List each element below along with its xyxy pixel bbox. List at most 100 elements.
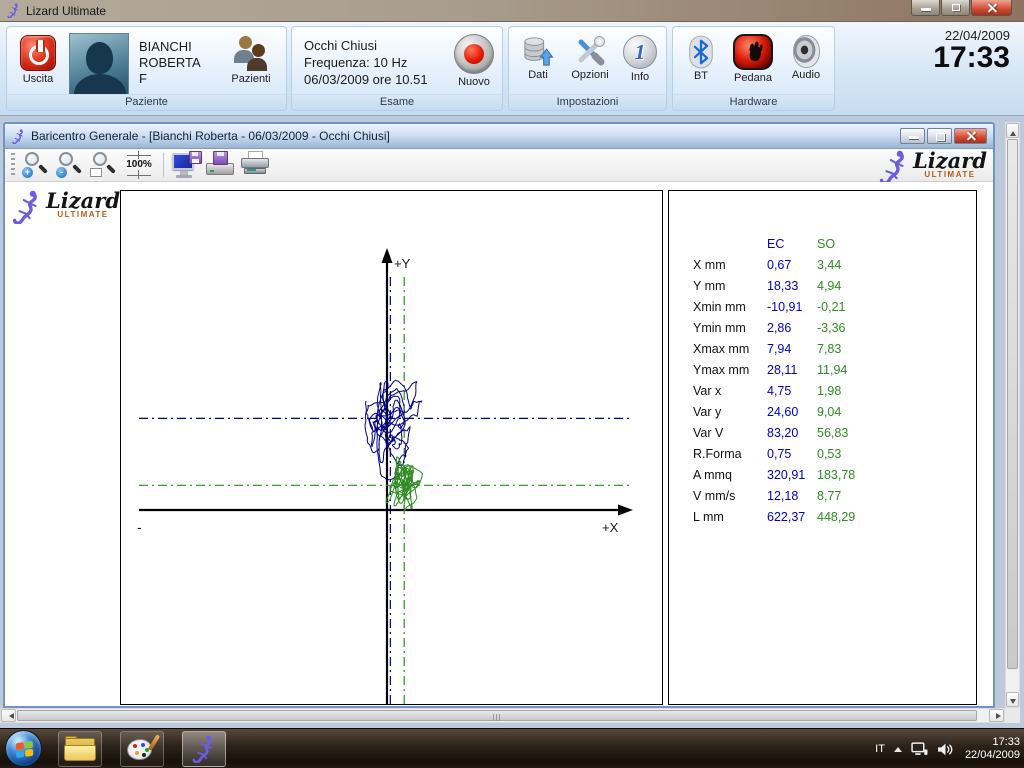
tools-icon <box>574 35 606 67</box>
taskbar-explorer-button[interactable] <box>58 731 102 767</box>
stats-cell-ec: 83,20 <box>767 426 817 440</box>
exam-frequency: Frequenza: 10 Hz <box>304 54 428 71</box>
stats-cell-ec: 0,75 <box>767 447 817 461</box>
stats-row: A mmq320,91183,78 <box>693 464 873 485</box>
power-icon <box>20 35 56 71</box>
child-close-button[interactable] <box>954 128 987 144</box>
scroll-up-button[interactable] <box>1006 123 1019 138</box>
network-icon[interactable] <box>911 742 928 757</box>
opzioni-button[interactable]: Opzioni <box>565 35 615 81</box>
vertical-scrollbar[interactable] <box>1005 122 1020 708</box>
folder-icon <box>64 736 96 762</box>
toolbar-grip[interactable] <box>11 153 15 177</box>
language-indicator[interactable]: IT <box>875 743 885 755</box>
volume-icon[interactable] <box>937 742 954 757</box>
svg-text:+Y: +Y <box>394 256 411 271</box>
stats-cell-ec: 28,11 <box>767 363 817 377</box>
page-icon <box>90 168 102 177</box>
stats-cell-ec: -10,91 <box>767 300 817 314</box>
stats-cell-so: 0,53 <box>817 447 873 461</box>
chart-svg: +Y +X - <box>121 191 662 704</box>
child-maximize-icon <box>936 133 945 141</box>
horizontal-scrollbar[interactable] <box>0 708 1005 723</box>
stats-row: R.Forma0,750,53 <box>693 443 873 464</box>
zoom-level-label: 100% <box>123 159 155 170</box>
exam-info: Occhi Chiusi Frequenza: 10 Hz 06/03/2009… <box>304 37 428 88</box>
bt-button[interactable]: BT <box>681 35 721 82</box>
scroll-right-button[interactable] <box>989 709 1004 722</box>
stats-header-so: SO <box>817 237 873 251</box>
stats-cell-label: Y mm <box>693 279 767 293</box>
toolbar-separator <box>163 153 164 177</box>
statokinesigram-panel: +Y +X - <box>120 190 663 705</box>
zoom-area-button[interactable] <box>89 151 119 179</box>
silhouette-head <box>86 42 113 74</box>
child-toolbar: + - 100% <box>5 149 993 182</box>
copy-to-screen-button[interactable] <box>172 151 202 179</box>
svg-text:+X: +X <box>602 520 619 535</box>
hscroll-thumb[interactable] <box>17 710 977 721</box>
stats-cell-ec: 622,37 <box>767 510 817 524</box>
stats-cell-so: 4,94 <box>817 279 873 293</box>
group-label-esame: Esame <box>292 94 502 110</box>
opzioni-label: Opzioni <box>565 69 615 81</box>
stats-header-ec: EC <box>767 237 817 251</box>
vscroll-thumb[interactable] <box>1007 139 1018 669</box>
taskbar-lizard-button[interactable] <box>182 731 226 767</box>
info-button[interactable]: 1 Info <box>619 35 661 83</box>
ribbon-toolbar: Uscita BIANCHI ROBERTA F Pazienti Pazien… <box>0 22 1024 116</box>
minimize-button[interactable] <box>911 0 940 16</box>
tray-clock[interactable]: 17:33 22/04/2009 <box>965 736 1020 762</box>
stats-row: Xmax mm7,947,83 <box>693 338 873 359</box>
stats-row: Xmin mm-10,91-0,21 <box>693 296 873 317</box>
svg-text:-: - <box>137 519 142 535</box>
zoom-100-button[interactable]: 100% <box>123 151 155 179</box>
stats-cell-label: Xmin mm <box>693 300 767 314</box>
mdi-workspace: Baricentro Generale - [Bianchi Roberta -… <box>0 116 1024 728</box>
zoom-in-button[interactable]: + <box>21 151 51 179</box>
floppy-save-icon <box>213 151 228 165</box>
group-paziente: Uscita BIANCHI ROBERTA F Pazienti Pazien… <box>6 26 287 111</box>
stats-cell-label: A mmq <box>693 468 767 482</box>
record-icon <box>454 34 494 74</box>
stats-cell-ec: 0,67 <box>767 258 817 272</box>
stats-cell-so: 7,83 <box>817 342 873 356</box>
stats-panel: EC SO X mm0,673,44Y mm18,334,94Xmin mm-1… <box>668 190 977 705</box>
child-window-title: Baricentro Generale - [Bianchi Roberta -… <box>31 129 898 143</box>
restore-button[interactable] <box>941 0 970 16</box>
audio-button[interactable]: Audio <box>785 35 827 81</box>
close-icon <box>986 2 997 13</box>
stats-row: Var x4,751,98 <box>693 380 873 401</box>
zoom-out-button[interactable]: - <box>55 151 85 179</box>
info-icon-digit: 1 <box>624 40 656 65</box>
exit-button[interactable]: Uscita <box>15 35 61 85</box>
stats-cell-so: 8,77 <box>817 489 873 503</box>
pedana-button[interactable]: Pedana <box>727 34 779 84</box>
close-button[interactable] <box>971 0 1012 16</box>
dati-button[interactable]: Dati <box>515 35 561 81</box>
stats-row: V mm/s12,188,77 <box>693 485 873 506</box>
scroll-left-button[interactable] <box>1 709 16 722</box>
minimize-icon <box>921 8 931 11</box>
child-minimize-icon <box>909 136 919 139</box>
new-exam-button[interactable]: Nuovo <box>450 34 498 88</box>
patients-button[interactable]: Pazienti <box>224 35 278 85</box>
restore-icon <box>952 4 960 11</box>
child-titlebar: Baricentro Generale - [Bianchi Roberta -… <box>5 124 993 149</box>
print-button[interactable] <box>240 151 270 179</box>
stats-row: Ymin mm2,86-3,36 <box>693 317 873 338</box>
scroll-down-button[interactable] <box>1006 692 1019 707</box>
stats-cell-ec: 2,86 <box>767 321 817 335</box>
start-button[interactable] <box>5 730 42 767</box>
child-close-icon <box>965 131 976 142</box>
taskbar-paint-button[interactable] <box>120 731 164 767</box>
child-minimize-button[interactable] <box>900 128 925 144</box>
save-image-button[interactable] <box>206 151 236 179</box>
stats-row: Y mm18,334,94 <box>693 275 873 296</box>
child-maximize-button[interactable] <box>927 128 952 144</box>
show-hidden-icons-button[interactable] <box>894 743 902 752</box>
stats-cell-so: 1,98 <box>817 384 873 398</box>
stats-cell-label: Xmax mm <box>693 342 767 356</box>
dati-label: Dati <box>515 69 561 81</box>
patient-sex: F <box>139 71 201 87</box>
